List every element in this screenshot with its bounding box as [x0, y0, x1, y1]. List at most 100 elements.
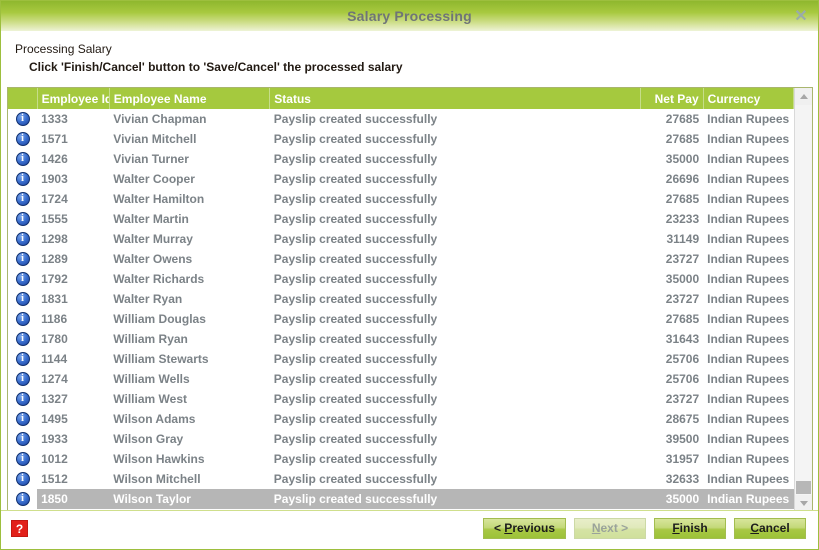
info-icon[interactable]: i — [15, 252, 30, 267]
row-employee-name: William Douglas — [113, 312, 206, 326]
row-currency: Indian Rupees — [707, 412, 790, 426]
info-icon[interactable]: i — [15, 272, 30, 287]
row-net-pay: 27685 — [665, 132, 700, 146]
next-button: Next > — [574, 518, 646, 539]
row-currency: Indian Rupees — [707, 392, 790, 406]
table-row[interactable]: i 1724 Walter Hamilton Payslip created succ… — [8, 189, 794, 209]
info-icon[interactable]: i — [15, 152, 30, 167]
info-icon[interactable]: i — [15, 232, 30, 247]
row-net-pay: 35000 — [665, 272, 700, 286]
row-status: Payslip created successfully — [273, 232, 438, 246]
row-status: Payslip created successfully — [273, 412, 438, 426]
row-net-pay: 39500 — [665, 432, 700, 446]
info-icon[interactable]: i — [15, 452, 30, 467]
row-employee-id: 1831 — [41, 292, 68, 306]
table-row[interactable]: i 1555 Walter Martin Payslip created succes… — [8, 209, 794, 229]
salary-table: Employee Id Employee Name Status Net Pay… — [8, 88, 794, 509]
row-status: Payslip created successfully — [273, 192, 438, 206]
row-status: Payslip created successfully — [273, 252, 438, 266]
table-row[interactable]: i 1571 Vivian Mitchell Payslip created succ… — [8, 129, 794, 149]
row-net-pay: 25706 — [665, 352, 700, 366]
table-row[interactable]: i 1780 William Ryan Payslip created success… — [8, 329, 794, 349]
table-row[interactable]: i 1933 Wilson Gray Payslip created successf… — [8, 429, 794, 449]
table-row[interactable]: i 1831 Walter Ryan Payslip created successf… — [8, 289, 794, 309]
table-row[interactable]: i 1144 William Stewarts Payslip created suc… — [8, 349, 794, 369]
row-status: Payslip created successfully — [273, 452, 438, 466]
row-employee-name: William Stewarts — [113, 352, 209, 366]
finish-button[interactable]: Finish — [654, 518, 726, 539]
table-row[interactable]: i 1495 Wilson Adams Payslip created success… — [8, 409, 794, 429]
previous-button-label: revious — [512, 521, 555, 535]
info-icon[interactable]: i — [15, 372, 30, 387]
row-employee-id: 1333 — [41, 112, 68, 126]
table-row[interactable]: i 1274 William Wells Payslip created succes… — [8, 369, 794, 389]
row-info-cell: i — [8, 429, 37, 449]
row-employee-id: 1903 — [41, 172, 68, 186]
previous-button[interactable]: < Previous — [482, 518, 566, 539]
row-currency: Indian Rupees — [707, 312, 790, 326]
table-row[interactable]: i 1903 Walter Cooper Payslip created succes… — [8, 169, 794, 189]
table-row[interactable]: i 1012 Wilson Hawkins Payslip created succe… — [8, 449, 794, 469]
info-icon[interactable]: i — [15, 432, 30, 447]
row-status: Payslip created successfully — [273, 292, 438, 306]
table-row[interactable]: i 1298 Walter Murray Payslip created succes… — [8, 229, 794, 249]
close-icon[interactable]: ✕ — [792, 7, 810, 25]
info-icon[interactable]: i — [15, 292, 30, 307]
scroll-up-arrow-glyph — [799, 94, 808, 99]
table-header: Employee Id Employee Name Status Net Pay… — [8, 88, 794, 109]
row-info-cell: i — [8, 149, 37, 169]
info-icon[interactable]: i — [15, 412, 30, 427]
row-currency: Indian Rupees — [707, 272, 790, 286]
row-employee-id: 1274 — [41, 372, 68, 386]
info-icon[interactable]: i — [15, 472, 30, 487]
row-employee-name: Wilson Adams — [113, 412, 196, 426]
row-net-pay: 32633 — [665, 472, 700, 486]
help-icon[interactable]: ? — [11, 520, 28, 537]
column-header-status[interactable]: Status — [269, 88, 642, 109]
info-icon[interactable]: i — [15, 192, 30, 207]
info-icon[interactable]: i — [15, 112, 30, 127]
table-row[interactable]: i 1327 William West Payslip created success… — [8, 389, 794, 409]
info-icon[interactable]: i — [15, 172, 30, 187]
column-header-employee-name[interactable]: Employee Name — [109, 88, 271, 109]
table-row[interactable]: i 1289 Walter Owens Payslip created success… — [8, 249, 794, 269]
row-currency: Indian Rupees — [707, 112, 790, 126]
row-employee-name: William Wells — [113, 372, 190, 386]
info-icon[interactable]: i — [15, 332, 30, 347]
info-icon[interactable]: i — [15, 212, 30, 227]
table-row[interactable]: i 1333 Vivian Chapman Payslip created succe… — [8, 109, 794, 129]
column-header-employee-id[interactable]: Employee Id — [37, 88, 110, 109]
row-employee-id: 1186 — [41, 312, 68, 326]
cancel-button-label: ancel — [758, 521, 790, 535]
info-icon[interactable]: i — [15, 392, 30, 407]
table-row[interactable]: i 1512 Wilson Mitchell Payslip created succ… — [8, 469, 794, 489]
row-employee-name: Walter Owens — [113, 252, 193, 266]
column-header-net-pay[interactable]: Net Pay — [640, 88, 704, 109]
row-info-cell: i — [8, 109, 37, 129]
grid-vertical-scrollbar[interactable] — [794, 88, 812, 512]
row-currency: Indian Rupees — [707, 152, 790, 166]
row-employee-name: Walter Cooper — [113, 172, 195, 186]
info-icon[interactable]: i — [15, 312, 30, 327]
column-header-currency[interactable]: Currency — [703, 88, 794, 109]
row-employee-id: 1426 — [41, 152, 68, 166]
table-row[interactable]: i 1186 William Douglas Payslip created succ… — [8, 309, 794, 329]
row-employee-name: Wilson Taylor — [109, 489, 270, 509]
instruction-detail: Click 'Finish/Cancel' button to 'Save/Ca… — [29, 60, 403, 74]
scrollbar-thumb[interactable] — [796, 481, 811, 494]
row-employee-id: 1495 — [41, 412, 68, 426]
row-info-cell: i — [8, 449, 37, 469]
row-currency: Indian Rupees — [707, 192, 790, 206]
info-icon[interactable]: i — [15, 352, 30, 367]
table-row[interactable]: i 1792 Walter Richards Payslip created succ… — [8, 269, 794, 289]
row-status: Payslip created successfully — [273, 132, 438, 146]
table-row[interactable]: i 1426 Vivian Turner Payslip created succes… — [8, 149, 794, 169]
instruction-block: Processing Salary Click 'Finish/Cancel' … — [1, 31, 818, 81]
info-icon[interactable]: i — [15, 132, 30, 147]
column-header-icon[interactable] — [8, 88, 38, 109]
table-row[interactable]: i 1850 Wilson Taylor Payslip created succes… — [8, 489, 794, 509]
row-employee-name: Walter Ryan — [113, 292, 183, 306]
cancel-button[interactable]: Cancel — [734, 518, 806, 539]
scroll-up-icon[interactable] — [795, 88, 812, 105]
info-icon[interactable]: i — [15, 492, 30, 507]
